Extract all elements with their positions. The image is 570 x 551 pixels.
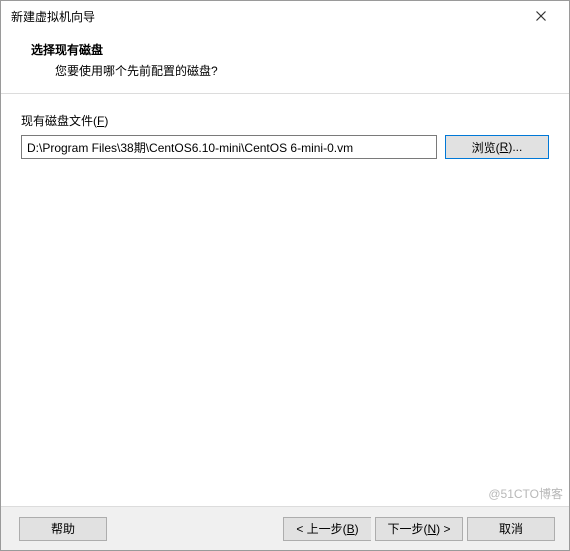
disk-file-row: 浏览(R)... bbox=[21, 135, 549, 159]
close-icon bbox=[536, 11, 546, 21]
next-text-suffix: ) > bbox=[436, 522, 450, 536]
window-title: 新建虚拟机向导 bbox=[11, 8, 521, 25]
next-accel: N bbox=[427, 522, 436, 536]
page-subtitle: 您要使用哪个先前配置的磁盘? bbox=[31, 62, 549, 79]
help-button[interactable]: 帮助 bbox=[19, 517, 107, 541]
nav-buttons: < 上一步(B) 下一步(N) > bbox=[279, 517, 463, 541]
label-text: 现有磁盘文件( bbox=[21, 114, 97, 128]
back-text: < 上一步( bbox=[296, 520, 346, 537]
page-title: 选择现有磁盘 bbox=[31, 41, 549, 58]
next-button[interactable]: 下一步(N) > bbox=[375, 517, 463, 541]
browse-accel: R bbox=[500, 140, 509, 154]
titlebar: 新建虚拟机向导 bbox=[1, 1, 569, 31]
disk-file-label: 现有磁盘文件(F) bbox=[21, 112, 549, 129]
close-button[interactable] bbox=[521, 2, 561, 30]
back-accel: B bbox=[347, 522, 355, 536]
disk-path-input[interactable] bbox=[21, 135, 437, 159]
wizard-body: 现有磁盘文件(F) 浏览(R)... bbox=[1, 94, 569, 506]
next-text: 下一步( bbox=[387, 520, 427, 537]
back-button[interactable]: < 上一步(B) bbox=[283, 517, 371, 541]
wizard-window: 新建虚拟机向导 选择现有磁盘 您要使用哪个先前配置的磁盘? 现有磁盘文件(F) … bbox=[0, 0, 570, 551]
wizard-footer: 帮助 < 上一步(B) 下一步(N) > 取消 bbox=[1, 506, 569, 550]
cancel-button[interactable]: 取消 bbox=[467, 517, 555, 541]
label-text-suffix: ) bbox=[104, 114, 108, 128]
back-text-suffix: ) bbox=[355, 522, 359, 536]
browse-text-suffix: )... bbox=[508, 140, 522, 154]
browse-button[interactable]: 浏览(R)... bbox=[445, 135, 549, 159]
browse-text: 浏览( bbox=[472, 139, 500, 156]
wizard-header: 选择现有磁盘 您要使用哪个先前配置的磁盘? bbox=[1, 31, 569, 93]
